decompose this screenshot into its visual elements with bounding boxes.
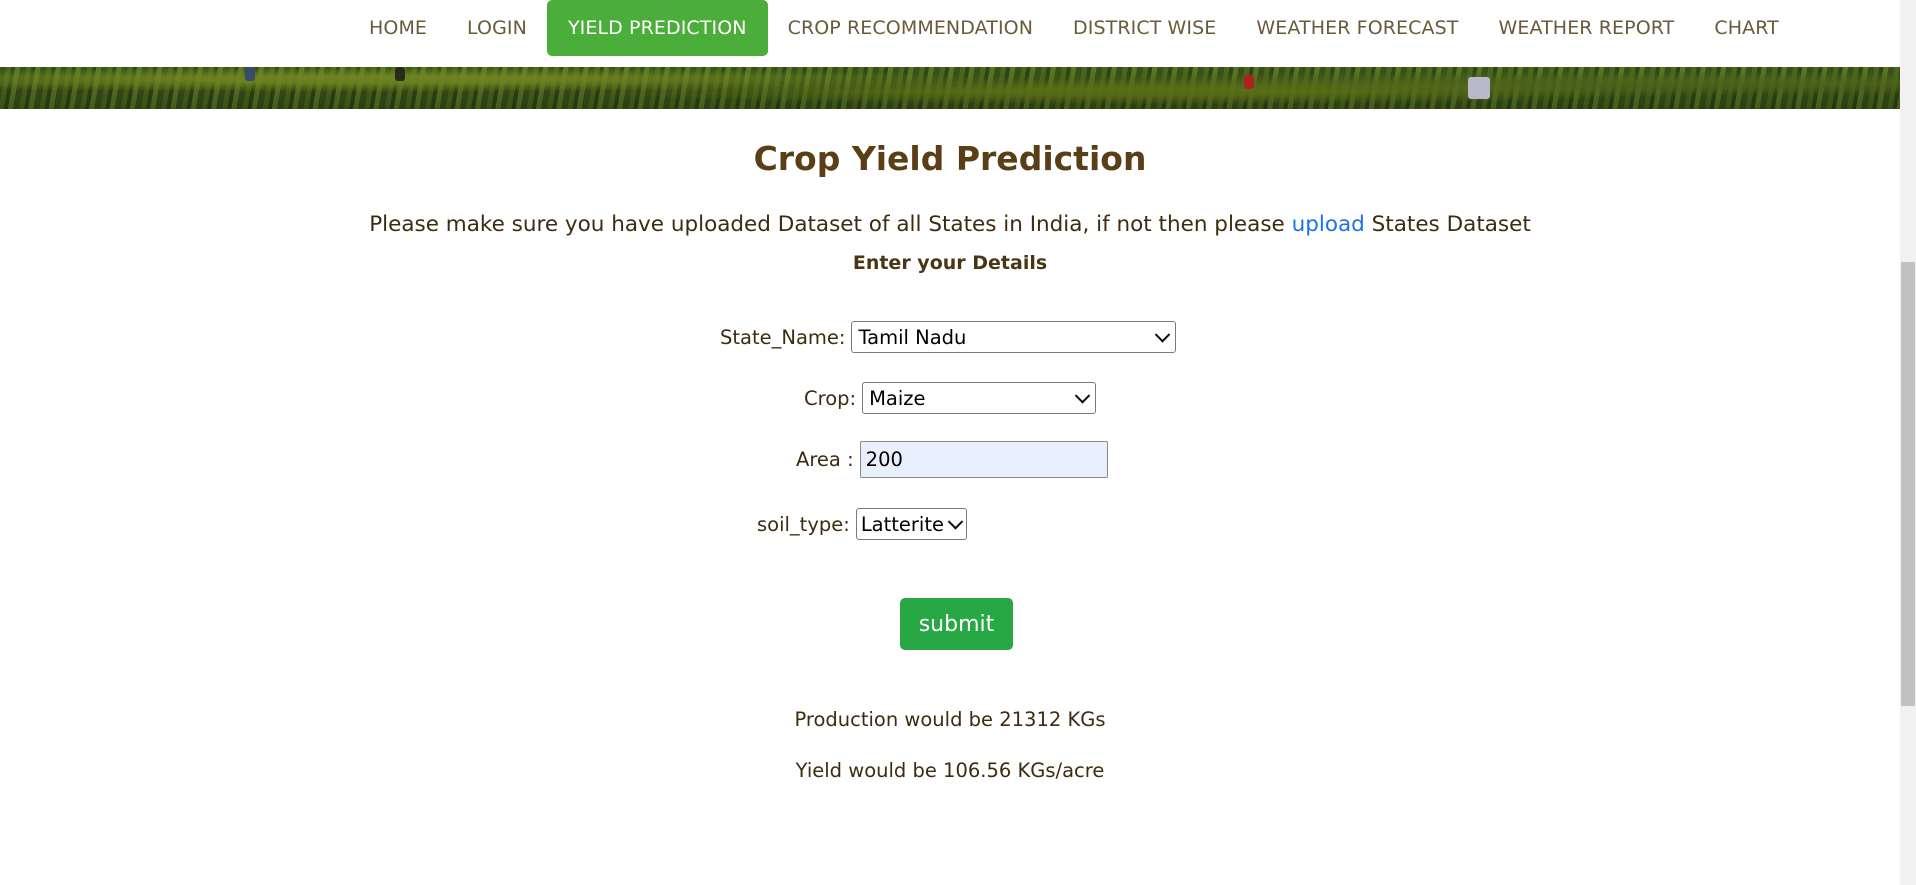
notice-text-after: States Dataset bbox=[1364, 212, 1531, 237]
hero-figure bbox=[245, 67, 255, 81]
nav-item-crop-recommendation[interactable]: CROP RECOMMENDATION bbox=[768, 0, 1053, 56]
hero-figure bbox=[395, 67, 405, 81]
nav-item-home[interactable]: HOME bbox=[349, 0, 447, 56]
nav-item-chart[interactable]: CHART bbox=[1694, 0, 1798, 56]
nav-item-weather-report[interactable]: WEATHER REPORT bbox=[1478, 0, 1694, 56]
form-subheading: Enter your Details bbox=[852, 252, 1048, 274]
state-label: State_Name: bbox=[720, 325, 846, 349]
crop-label: Crop: bbox=[804, 386, 857, 410]
upload-notice: Please make sure you have uploaded Datas… bbox=[0, 212, 1900, 237]
chevron-down-icon bbox=[1155, 327, 1171, 343]
nav-item-yield-prediction[interactable]: YIELD PREDICTION bbox=[546, 0, 768, 56]
yield-result: Yield would be 106.56 KGs/acre bbox=[795, 759, 1105, 782]
submit-button[interactable]: submit bbox=[900, 598, 1013, 650]
state-selected-value: Tamil Nadu bbox=[858, 325, 967, 349]
nav-menu: HOME LOGIN YIELD PREDICTION CROP RECOMME… bbox=[349, 0, 1799, 56]
top-navbar: HOME LOGIN YIELD PREDICTION CROP RECOMME… bbox=[0, 0, 1900, 67]
soil-row: soil_type: Latterite bbox=[757, 508, 967, 540]
soil-label: soil_type: bbox=[757, 512, 850, 536]
page-title: Crop Yield Prediction bbox=[753, 139, 1147, 178]
nav-item-district-wise[interactable]: DISTRICT WISE bbox=[1053, 0, 1236, 56]
nav-item-weather-forecast[interactable]: WEATHER FORECAST bbox=[1236, 0, 1478, 56]
crop-selected-value: Maize bbox=[869, 386, 926, 410]
hero-figure bbox=[1468, 77, 1490, 99]
nav-item-login[interactable]: LOGIN bbox=[447, 0, 547, 56]
hero-banner-image bbox=[0, 67, 1900, 109]
vertical-scrollbar[interactable] bbox=[1900, 0, 1916, 885]
production-result: Production would be 21312 KGs bbox=[794, 708, 1106, 731]
notice-text-before: Please make sure you have uploaded Datas… bbox=[369, 212, 1292, 237]
hero-shade bbox=[0, 67, 1900, 109]
hero-figure bbox=[1244, 75, 1254, 89]
area-label: Area : bbox=[796, 448, 854, 471]
crop-select[interactable]: Maize bbox=[862, 382, 1097, 414]
page: HOME LOGIN YIELD PREDICTION CROP RECOMME… bbox=[0, 0, 1916, 885]
soil-select[interactable]: Latterite bbox=[855, 508, 967, 540]
chevron-down-icon bbox=[947, 514, 964, 530]
state-select[interactable]: Tamil Nadu bbox=[851, 321, 1177, 353]
upload-link[interactable]: upload bbox=[1292, 212, 1365, 237]
area-input[interactable] bbox=[859, 441, 1108, 478]
content-area: HOME LOGIN YIELD PREDICTION CROP RECOMME… bbox=[0, 0, 1900, 885]
crop-row: Crop: Maize bbox=[804, 382, 1097, 414]
area-row: Area : bbox=[796, 441, 1108, 478]
soil-selected-value: Latterite bbox=[860, 512, 944, 536]
chevron-down-icon bbox=[1074, 388, 1091, 404]
scrollbar-thumb[interactable] bbox=[1901, 262, 1915, 706]
state-row: State_Name: Tamil Nadu bbox=[720, 321, 1177, 353]
